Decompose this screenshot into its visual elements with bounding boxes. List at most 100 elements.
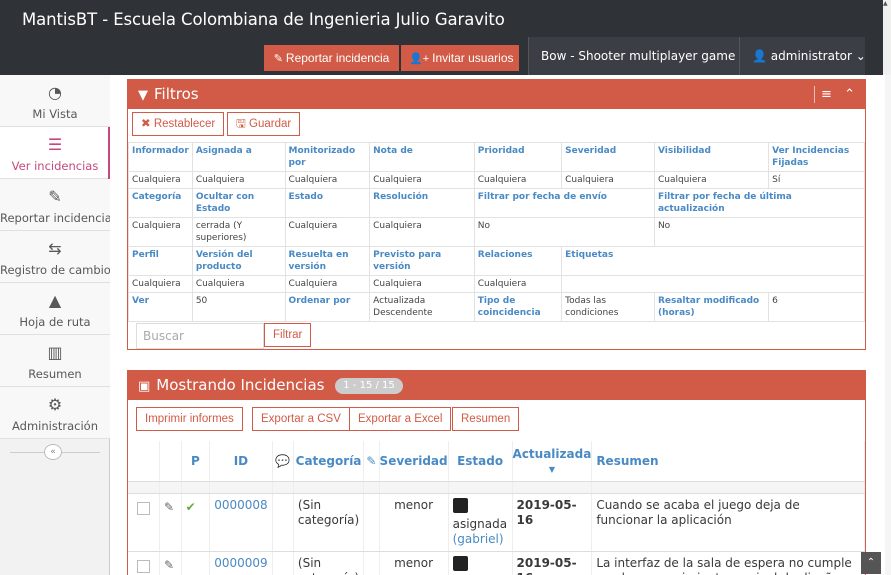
filter-label[interactable]: Previsto para versión	[369, 246, 475, 276]
sidebar-item-changelog[interactable]: ⇆ Registro de cambios	[0, 231, 117, 283]
filter-label[interactable]: Perfil	[128, 246, 193, 276]
export-csv-button[interactable]: Exportar a CSV	[252, 407, 350, 431]
filter-label[interactable]: Resaltar modificado (horas)	[653, 292, 770, 322]
comment-icon: 💬	[275, 453, 291, 468]
gears-icon: ⚙	[47, 395, 63, 414]
sidebar-item-administration[interactable]: ⚙ Administración	[0, 387, 110, 439]
navbar: MantisBT - Escuela Colombiana de Ingenie…	[0, 0, 891, 75]
filter-label[interactable]: Asignada a	[191, 142, 286, 172]
save-icon: 🖫	[236, 118, 246, 130]
search-input[interactable]: Buscar	[136, 323, 264, 349]
col-summary[interactable]: Resumen	[591, 441, 865, 482]
scrollbar[interactable]	[885, 75, 891, 575]
filter-label[interactable]: Monitorizado por	[284, 142, 371, 172]
apply-filter-button[interactable]: Filtrar	[264, 323, 312, 347]
sidebar-item-roadmap[interactable]: ▲ Hoja de ruta	[0, 283, 110, 335]
dashboard-icon: ◔	[48, 83, 62, 102]
export-excel-button[interactable]: Exportar a Excel	[349, 407, 452, 431]
filter-value: Cualquiera	[191, 275, 286, 293]
summary-button[interactable]: Resumen	[452, 407, 520, 431]
col-priority[interactable]: P	[181, 441, 211, 482]
col-severity[interactable]: Severidad	[379, 441, 449, 482]
filters-widget: ▼ Filtros ≡ ⌃ ✖ Restablecer 🖫 Guardar Inf…	[127, 79, 866, 350]
issues-header: ▣ Mostrando Incidencias 1 - 15 / 15	[128, 371, 865, 400]
project-selector[interactable]: Bow - Shooter multiplayer game ⌄	[528, 37, 755, 75]
filter-value: Cualquiera	[653, 171, 770, 189]
filter-label[interactable]: Tipo de coincidencia	[473, 292, 563, 322]
issue-category: (Sin categoría)	[293, 493, 365, 552]
col-updated[interactable]: Actualizada ▼	[512, 441, 593, 482]
issue-id-link[interactable]: 0000009	[214, 556, 267, 570]
bar-chart-icon: ▥	[47, 343, 63, 362]
app-title[interactable]: MantisBT - Escuela Colombiana de Ingenie…	[22, 10, 505, 29]
menu-icon[interactable]: ≡	[821, 87, 832, 102]
filter-value: Sí	[768, 171, 865, 189]
sort-desc-icon: ▼	[548, 464, 555, 474]
col-attachments[interactable]: ✎	[363, 441, 380, 482]
issue-category: (Sin categoría)	[293, 551, 365, 575]
filters-header: ▼ Filtros ≡ ⌃	[128, 80, 865, 109]
reset-filters-button[interactable]: ✖ Restablecer	[132, 112, 225, 136]
chevron-up-icon[interactable]: ⌃	[844, 87, 855, 102]
edit-icon: ✎	[273, 53, 283, 65]
filter-label[interactable]: Estado	[284, 188, 371, 218]
col-notes[interactable]: 💬	[272, 441, 294, 482]
row-checkbox[interactable]	[137, 559, 150, 573]
collapse-sidebar-icon[interactable]: «	[44, 444, 62, 460]
filter-label[interactable]: Filtrar por fecha de última actualizació…	[653, 188, 866, 218]
filter-value: cerrada (Y superiores)	[191, 217, 286, 247]
filter-value: Cualquiera	[128, 171, 193, 189]
filter-label[interactable]: Visibilidad	[653, 142, 770, 172]
issue-status: asignada	[452, 516, 508, 531]
filter-label[interactable]: Informador	[128, 142, 193, 172]
filter-label[interactable]: Nota de	[369, 142, 475, 172]
issues-widget: ▣ Mostrando Incidencias 1 - 15 / 15 Impri…	[127, 370, 866, 575]
filter-label[interactable]: Ver Incidencias Fijadas	[768, 142, 865, 172]
filter-label[interactable]: Etiquetas	[561, 246, 865, 276]
filter-label[interactable]: Resolución	[369, 188, 475, 218]
filter-label[interactable]: Severidad	[561, 142, 655, 172]
filter-label[interactable]: Prioridad	[473, 142, 563, 172]
filter-label[interactable]: Ver	[128, 292, 193, 322]
filter-value: Cualquiera	[561, 171, 655, 189]
check-icon: ✔	[185, 499, 196, 514]
print-reports-button[interactable]: Imprimir informes	[136, 407, 243, 431]
user-plus-icon: 👤+	[409, 53, 430, 65]
col-category[interactable]: Categoría	[293, 441, 365, 482]
sidebar: ◔ Mi Vista ☰ Ver incidencias ✎ Reportar …	[0, 75, 117, 575]
filter-label[interactable]: Categoría	[128, 188, 193, 218]
col-status[interactable]: Estado	[448, 441, 513, 482]
filter-label[interactable]: Ordenar por	[284, 292, 371, 322]
report-issue-button[interactable]: ✎ Reportar incidencia	[264, 45, 399, 71]
sidebar-item-report-issue[interactable]: ✎ Reportar incidencia	[0, 179, 112, 231]
filter-label[interactable]: Resuelta en versión	[284, 246, 371, 276]
sidebar-item-summary[interactable]: ▥ Resumen	[0, 335, 110, 387]
filter-value: 6	[768, 292, 865, 322]
filter-value: Cualquiera	[369, 275, 475, 293]
table-row: ✎ 0000009 (Sin categoría) menor asignada…	[128, 551, 865, 575]
filter-label[interactable]: Ocultar con Estado	[191, 188, 286, 218]
sidebar-item-view-issues[interactable]: ☰ Ver incidencias	[0, 127, 111, 179]
chevron-down-icon: ⌄	[855, 49, 866, 63]
issues-table: P ID 💬 Categoría ✎ Severidad Estado Actu…	[128, 441, 865, 575]
sidebar-item-my-view[interactable]: ◔ Mi Vista	[0, 75, 110, 127]
handler-link[interactable]: (gabriel)	[453, 532, 504, 546]
invite-users-button[interactable]: 👤+ Invitar usuarios	[401, 45, 519, 71]
col-id[interactable]: ID	[209, 441, 273, 482]
filter-value: Cualquiera	[284, 171, 371, 189]
pencil-icon[interactable]: ✎	[164, 500, 174, 514]
user-menu[interactable]: 👤 administrator ⌄	[739, 37, 866, 75]
filter-value: 50	[191, 292, 286, 322]
issue-id-link[interactable]: 0000008	[214, 498, 267, 512]
pencil-icon[interactable]: ✎	[164, 558, 174, 572]
filter-label[interactable]: Relaciones	[473, 246, 563, 276]
scrollbar[interactable]	[883, 0, 891, 75]
filter-value: Todas las condiciones	[561, 292, 655, 322]
filter-label[interactable]: Versión del producto	[191, 246, 286, 276]
issue-severity: menor	[379, 551, 449, 575]
filter-label[interactable]: Filtrar por fecha de envío	[473, 188, 655, 218]
columns-icon: ▣	[138, 379, 151, 394]
scroll-to-top-icon[interactable]: ⌃	[861, 552, 881, 574]
row-checkbox[interactable]	[137, 501, 150, 515]
save-filter-button[interactable]: 🖫 Guardar	[227, 112, 301, 136]
